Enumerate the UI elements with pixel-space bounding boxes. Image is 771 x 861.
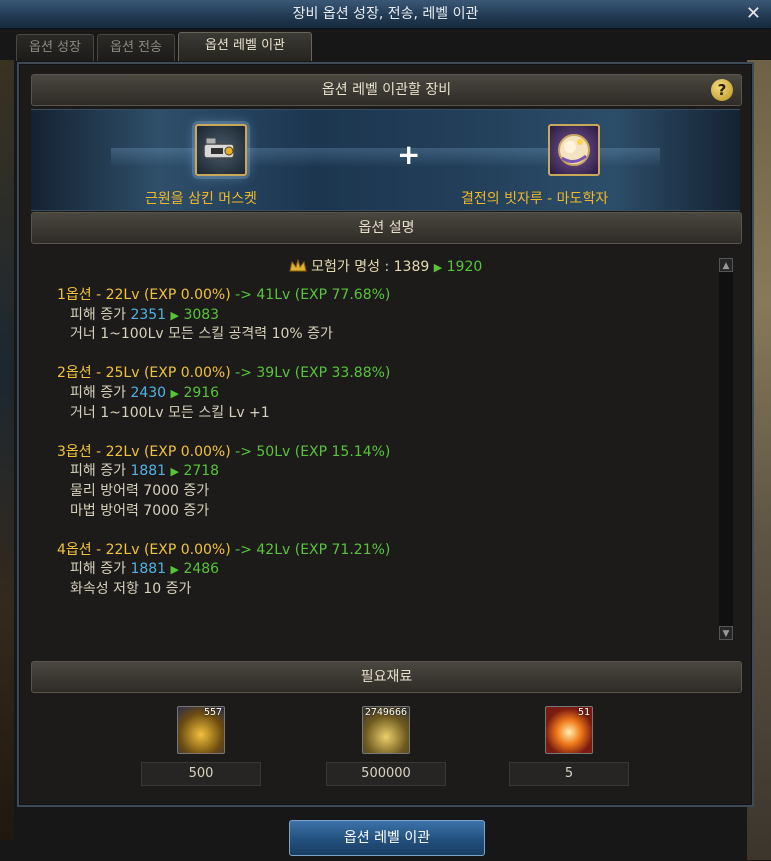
material-owned-count: 51 <box>577 707 590 718</box>
scrollbar[interactable]: ▲ ▼ <box>719 258 733 640</box>
option-level-to: -> 39Lv (EXP 33.88%) <box>235 365 391 382</box>
target-equip-slot[interactable] <box>548 124 600 176</box>
option-level-from: 2옵션 - 25Lv (EXP 0.00%) <box>57 365 231 382</box>
fire-orb-icon[interactable]: 51 <box>545 706 593 754</box>
damage-label: 피해 증가 <box>70 384 126 401</box>
source-equip-name: 근원을 삼킨 머스켓 <box>145 191 257 207</box>
tab-option-transfer[interactable]: 옵션 전송 <box>96 34 175 61</box>
tab-bar: 옵션 성장 옵션 전송 옵션 레벨 이관 <box>16 32 312 62</box>
arrow-right-icon: ▶ <box>170 386 179 400</box>
scroll-up-icon[interactable]: ▲ <box>719 258 733 272</box>
material-required-count: 500 <box>141 762 261 786</box>
arrow-right-icon: ▶ <box>170 308 179 322</box>
material-required-count: 500000 <box>326 762 446 786</box>
option-level-to: -> 42Lv (EXP 71.21%) <box>235 541 391 558</box>
damage-from: 1881 <box>130 463 167 480</box>
main-panel: 옵션 레벨 이관할 장비 ? 근원을 삼킨 머스켓 + 결전의 빗자루 - 마도… <box>17 62 754 807</box>
option-item: 4옵션 - 22Lv (EXP 0.00%) -> 42Lv (EXP 71.2… <box>57 541 390 600</box>
target-equip-name: 결전의 빗자루 - 마도학자 <box>461 191 609 207</box>
arrow-right-icon: ▶ <box>170 563 179 577</box>
option-list: 1옵션 - 22Lv (EXP 0.00%) -> 41Lv (EXP 77.6… <box>57 286 390 619</box>
desc-section-header: 옵션 설명 <box>31 212 742 244</box>
option-item: 3옵션 - 22Lv (EXP 0.00%) -> 50Lv (EXP 15.1… <box>57 443 390 521</box>
materials-row: 557 500 2749666 500000 51 5 <box>31 700 740 800</box>
window-title: 장비 옵션 성장, 전송, 레벨 이관 <box>292 6 479 22</box>
option-effect: 거너 1~100Lv 모든 스킬 Lv +1 <box>70 404 270 421</box>
damage-to: 2486 <box>183 561 220 578</box>
option-description-area: 모험가 명성 : 1389 ▶ 1920 1옵션 - 22Lv (EXP 0.0… <box>31 246 740 654</box>
equip-section-header: 옵션 레벨 이관할 장비 ? <box>31 74 742 106</box>
material-item: 557 500 <box>141 706 261 786</box>
tab-option-growth[interactable]: 옵션 성장 <box>16 34 94 61</box>
window-titlebar[interactable]: 장비 옵션 성장, 전송, 레벨 이관 ✕ <box>0 0 771 29</box>
scroll-down-icon[interactable]: ▼ <box>719 626 733 640</box>
arrow-right-icon: ▶ <box>433 261 443 274</box>
fame-label: 모험가 명성 : 1389 <box>311 259 430 275</box>
materials-section-title: 필요재료 <box>360 669 413 685</box>
help-icon[interactable]: ? <box>711 79 733 101</box>
option-item: 1옵션 - 22Lv (EXP 0.00%) -> 41Lv (EXP 77.6… <box>57 286 390 345</box>
fame-summary: 모험가 명성 : 1389 ▶ 1920 <box>31 256 740 276</box>
damage-label: 피해 증가 <box>70 463 126 480</box>
damage-to: 2718 <box>183 463 220 480</box>
desc-section-title: 옵션 설명 <box>358 220 415 236</box>
option-level-from: 4옵션 - 22Lv (EXP 0.00%) <box>57 541 231 558</box>
option-level-to: -> 41Lv (EXP 77.68%) <box>235 287 391 303</box>
damage-from: 1881 <box>130 561 167 578</box>
tab-option-level-transfer[interactable]: 옵션 레벨 이관 <box>177 32 312 61</box>
equip-section-title: 옵션 레벨 이관할 장비 <box>321 82 452 98</box>
gold-coins-icon[interactable]: 2749666 <box>362 706 410 754</box>
option-effect: 물리 방어력 7000 증가 <box>70 482 210 499</box>
damage-label: 피해 증가 <box>70 561 126 578</box>
damage-from: 2430 <box>130 384 167 401</box>
damage-label: 피해 증가 <box>70 306 126 323</box>
musket-icon <box>203 137 235 159</box>
material-item: 51 5 <box>509 706 629 786</box>
crown-icon <box>289 258 307 272</box>
material-owned-count: 2749666 <box>364 707 407 718</box>
material-item: 2749666 500000 <box>326 706 446 786</box>
damage-to: 2916 <box>183 384 220 401</box>
arrow-right-icon: ▶ <box>170 465 179 479</box>
option-level-from: 3옵션 - 22Lv (EXP 0.00%) <box>57 443 231 460</box>
close-icon[interactable]: ✕ <box>746 0 761 28</box>
background-scene-left <box>0 60 14 840</box>
broom-icon <box>558 134 590 166</box>
damage-to: 3083 <box>183 306 220 323</box>
material-owned-count: 557 <box>203 707 222 718</box>
fame-new-value: 1920 <box>446 259 483 275</box>
option-level-to: -> 50Lv (EXP 15.14%) <box>235 443 391 460</box>
option-item: 2옵션 - 25Lv (EXP 0.00%) -> 39Lv (EXP 33.8… <box>57 364 390 423</box>
equipment-band: 근원을 삼킨 머스켓 + 결전의 빗자루 - 마도학자 <box>31 109 740 211</box>
damage-from: 2351 <box>130 306 167 323</box>
option-level-transfer-button[interactable]: 옵션 레벨 이관 <box>289 820 485 856</box>
gold-ingot-icon[interactable]: 557 <box>177 706 225 754</box>
plus-icon: + <box>397 138 421 171</box>
source-equip-slot[interactable] <box>195 124 247 176</box>
option-level-from: 1옵션 - 22Lv (EXP 0.00%) <box>57 287 231 303</box>
materials-section-header: 필요재료 <box>31 661 742 693</box>
material-required-count: 5 <box>509 762 629 786</box>
option-effect: 마법 방어력 7000 증가 <box>70 502 210 519</box>
option-effect: 화속성 저항 10 증가 <box>70 580 192 597</box>
option-effect: 거너 1~100Lv 모든 스킬 공격력 10% 증가 <box>70 326 333 343</box>
